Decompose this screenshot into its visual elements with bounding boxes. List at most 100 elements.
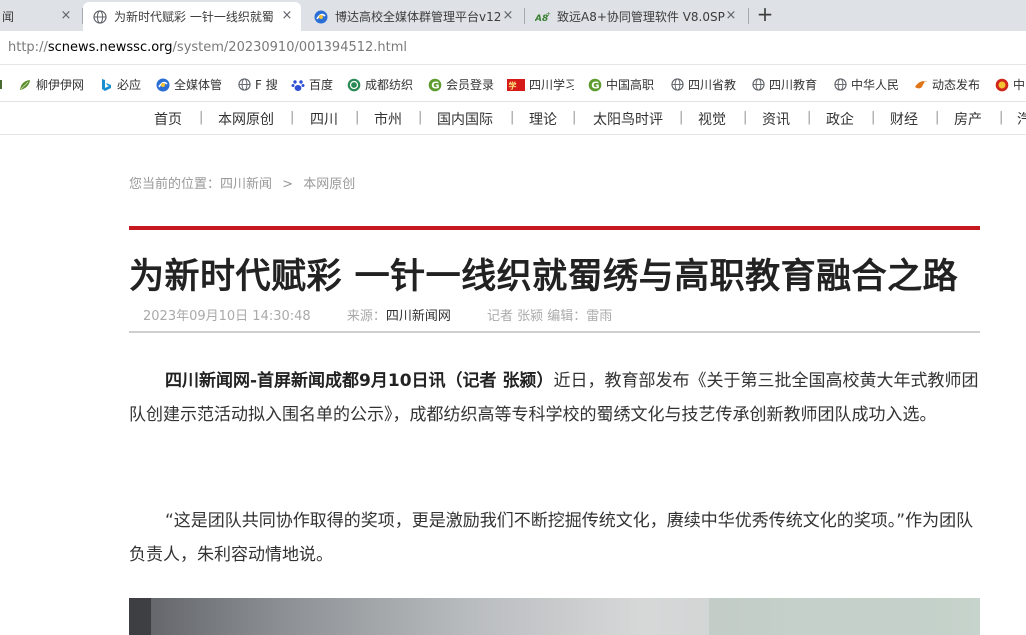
close-icon[interactable]: × xyxy=(500,8,516,24)
tab-seeyon-a8[interactable]: A8 + 致远A8+协同管理软件 V8.0SP × xyxy=(525,2,747,31)
baidu-paw-icon xyxy=(291,78,305,92)
meta-divider xyxy=(129,331,980,333)
tab-label: 闻 xyxy=(2,10,15,24)
bookmark-label: 会员登录 xyxy=(446,78,494,92)
breadcrumb-separator: > xyxy=(282,177,294,192)
bing-icon xyxy=(99,78,113,92)
title-accent-bar xyxy=(129,226,980,230)
publish-datetime: 2023年09月10日 14:30:48 xyxy=(143,309,311,324)
breadcrumb: 您当前的位置：四川新闻 > 本网原创 xyxy=(129,173,355,192)
nav-item-sichuan[interactable]: 四川 xyxy=(310,109,338,129)
nav-item-visual[interactable]: 视觉 xyxy=(698,109,726,129)
bookmark-label: 动态发布 xyxy=(932,78,981,92)
nav-divider: | xyxy=(871,110,876,125)
tab-article-active[interactable]: 为新时代赋彩 一针一线织就蜀 × xyxy=(83,2,301,31)
nav-item-cities[interactable]: 市州 xyxy=(374,109,402,129)
bookmark-label: 全媒体管 xyxy=(174,78,223,92)
nav-item-info[interactable]: 资讯 xyxy=(762,109,790,129)
globe-icon xyxy=(670,78,684,92)
svg-text:G: G xyxy=(431,80,439,91)
bird-logo-icon xyxy=(914,78,928,92)
bookmark-item[interactable]: F 搜 xyxy=(237,76,278,93)
bookmark-item[interactable]: 四川教育 xyxy=(751,76,817,93)
bookmark-label: 四川学习 xyxy=(529,78,574,92)
bookmark-item[interactable]: 动态发布 xyxy=(914,76,982,93)
bookmark-item[interactable]: G 会员登录 xyxy=(428,76,494,93)
source-label: 来源： xyxy=(346,309,386,324)
svg-text:+: + xyxy=(546,11,551,18)
nav-item-finance[interactable]: 财经 xyxy=(890,109,918,129)
nav-divider: | xyxy=(999,110,1004,125)
nav-item-government[interactable]: 政企 xyxy=(826,109,854,129)
tab-prev-news[interactable]: 闻 × xyxy=(0,2,82,31)
leaf-icon xyxy=(18,78,32,92)
nav-item-national[interactable]: 国内国际 xyxy=(437,109,493,129)
bookmark-item[interactable]: 成都纺织 xyxy=(347,76,413,93)
nav-item-original[interactable]: 本网原创 xyxy=(218,109,274,129)
article-paragraph: “这是团队共同协作取得的奖项，更是激励我们不断挖掘传统文化，赓续中华优秀传统文化… xyxy=(129,511,974,565)
bookmark-label: 四川省教 xyxy=(688,78,736,92)
article-title: 为新时代赋彩 一针一线织就蜀绣与高职教育融合之路 xyxy=(129,257,959,297)
svg-text:G: G xyxy=(591,80,599,91)
bookmark-item[interactable]: 全媒体管 xyxy=(156,76,224,93)
chrome-app-icon xyxy=(156,78,170,92)
close-icon[interactable]: × xyxy=(279,8,295,24)
nav-divider: | xyxy=(510,110,515,125)
bookmarks-bar: 柳伊伊网 必应 全媒体管 F 搜 百度 成都纺织 G 会员登录 学 四川学习 G… xyxy=(0,66,1026,102)
reporter-editor: 记者 张颍 编辑：雷雨 xyxy=(487,309,613,324)
tab-boda-platform[interactable]: 博达高校全媒体群管理平台v12 × xyxy=(303,2,521,31)
bookmark-item[interactable]: G 中国高职 xyxy=(588,76,654,93)
tab-strip: 闻 × 为新时代赋彩 一针一线织就蜀 × 博达高校全媒体群管理平台v12 × A… xyxy=(0,0,1026,31)
bookmark-label: 四川教育 xyxy=(769,78,817,92)
nav-item-theory[interactable]: 理论 xyxy=(529,109,557,129)
nav-divider: | xyxy=(743,110,748,125)
bookmark-item[interactable]: 百度 xyxy=(291,76,333,93)
college-logo-icon xyxy=(347,78,361,92)
bookmark-label: 中国高职 xyxy=(606,78,654,92)
g-logo-icon: G xyxy=(588,78,602,92)
bookmark-item[interactable]: 中 xyxy=(995,76,1025,93)
nav-divider: | xyxy=(807,110,812,125)
close-icon[interactable]: × xyxy=(58,8,74,24)
url-field[interactable]: http://scnews.newssc.org/system/20230910… xyxy=(8,40,407,55)
breadcrumb-link-original[interactable]: 本网原创 xyxy=(303,177,355,192)
url-path: /system/20230910/001394512.html xyxy=(172,40,408,55)
new-tab-button[interactable]: + xyxy=(754,4,776,26)
emblem-icon xyxy=(995,78,1009,92)
nav-item-realestate[interactable]: 房产 xyxy=(954,109,982,129)
nav-divider: | xyxy=(199,110,204,125)
bookmark-item[interactable]: 学 四川学习 xyxy=(507,76,574,93)
bookmark-item[interactable]: 中华人民 xyxy=(833,76,899,93)
tab-label: 博达高校全媒体群管理平台v12 xyxy=(335,10,502,24)
close-icon[interactable]: × xyxy=(723,8,739,24)
globe-icon xyxy=(237,78,251,92)
nav-divider: | xyxy=(290,110,295,125)
chrome-app-icon xyxy=(313,9,329,25)
site-nav: 首页 | 本网原创 | 四川 | 市州 | 国内国际 | 理论 | 太阳鸟时评 … xyxy=(0,103,1026,135)
bookmark-label: 中华人民 xyxy=(851,78,899,92)
bookmark-item[interactable]: 四川省教 xyxy=(670,76,736,93)
nav-item-auto[interactable]: 汽 xyxy=(1017,109,1026,129)
nav-item-commentary[interactable]: 太阳鸟时评 xyxy=(593,109,663,129)
bookmark-item[interactable] xyxy=(0,76,8,90)
nav-divider: | xyxy=(572,110,577,125)
tab-divider xyxy=(748,8,749,24)
nav-item-home[interactable]: 首页 xyxy=(154,109,182,129)
url-host: scnews.newssc.org xyxy=(47,40,173,55)
a8-icon: A8 + xyxy=(535,9,551,25)
study-logo-icon: 学 xyxy=(507,78,525,92)
g-logo-icon: G xyxy=(428,78,442,92)
nav-divider: | xyxy=(355,110,360,125)
globe-icon xyxy=(92,9,108,25)
article-photo xyxy=(129,598,980,635)
bookmark-label: 必应 xyxy=(117,78,142,92)
tab-label: 为新时代赋彩 一针一线织就蜀 xyxy=(114,10,274,24)
nav-divider: | xyxy=(418,110,423,125)
address-bar[interactable]: http://scnews.newssc.org/system/20230910… xyxy=(0,31,1026,65)
bookmark-item[interactable]: 必应 xyxy=(99,76,141,93)
breadcrumb-link-sichuan-news[interactable]: 四川新闻 xyxy=(220,177,272,192)
photo-highlight xyxy=(709,598,980,635)
bookmark-label: F 搜 xyxy=(255,78,278,92)
photo-edge xyxy=(129,598,151,635)
bookmark-item[interactable]: 柳伊伊网 xyxy=(18,76,86,93)
